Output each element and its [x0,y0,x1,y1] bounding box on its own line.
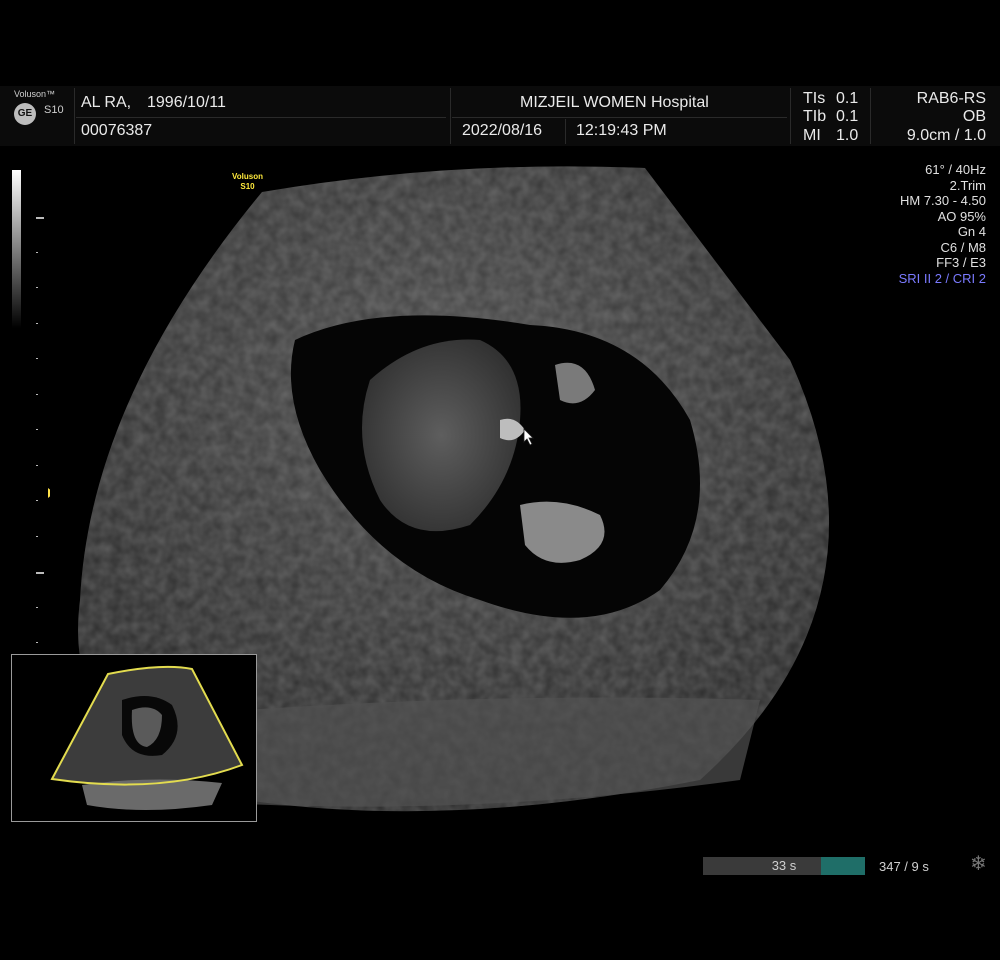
pointer-icon [523,428,534,446]
patient-name: AL RA, [81,94,132,111]
mi-value: 1.0 [836,127,859,144]
divider [790,88,791,144]
tib-label: TIb [803,108,827,125]
gear-icon[interactable]: ❄ [970,851,987,876]
tis-label: TIs [803,90,826,107]
application: OB [962,108,986,125]
divider [870,88,871,144]
exam-time: 12:19:43 PM [576,122,667,139]
cine-progress-bar[interactable]: 33 s [703,857,865,875]
hospital-name: MIZJEIL WOMEN Hospital [520,94,709,111]
divider [450,88,451,144]
divider [76,117,446,118]
tis-value: 0.1 [836,90,859,107]
cine-time: 33 s [771,858,797,873]
image-brand-label: Voluson S10 [232,172,263,191]
divider [74,88,75,144]
probe-name: RAB6-RS [916,90,986,107]
thumbnail-image [50,665,244,810]
brand-name: Voluson™ [14,89,56,99]
patient-dob: 1996/10/11 [147,94,226,111]
reference-thumbnail[interactable] [11,654,257,822]
divider [565,119,566,144]
tib-value: 0.1 [836,108,859,125]
divider [452,117,787,118]
mi-label: MI [803,127,821,144]
exam-date: 2022/08/16 [462,122,543,139]
ge-logo-icon: GE [14,103,36,125]
brand-model: S10 [44,104,64,116]
patient-id: 00076387 [81,122,153,139]
cine-frames: 347 / 9 s [879,859,929,874]
depth-readout: 9.0cm / 1.0 [906,127,986,144]
